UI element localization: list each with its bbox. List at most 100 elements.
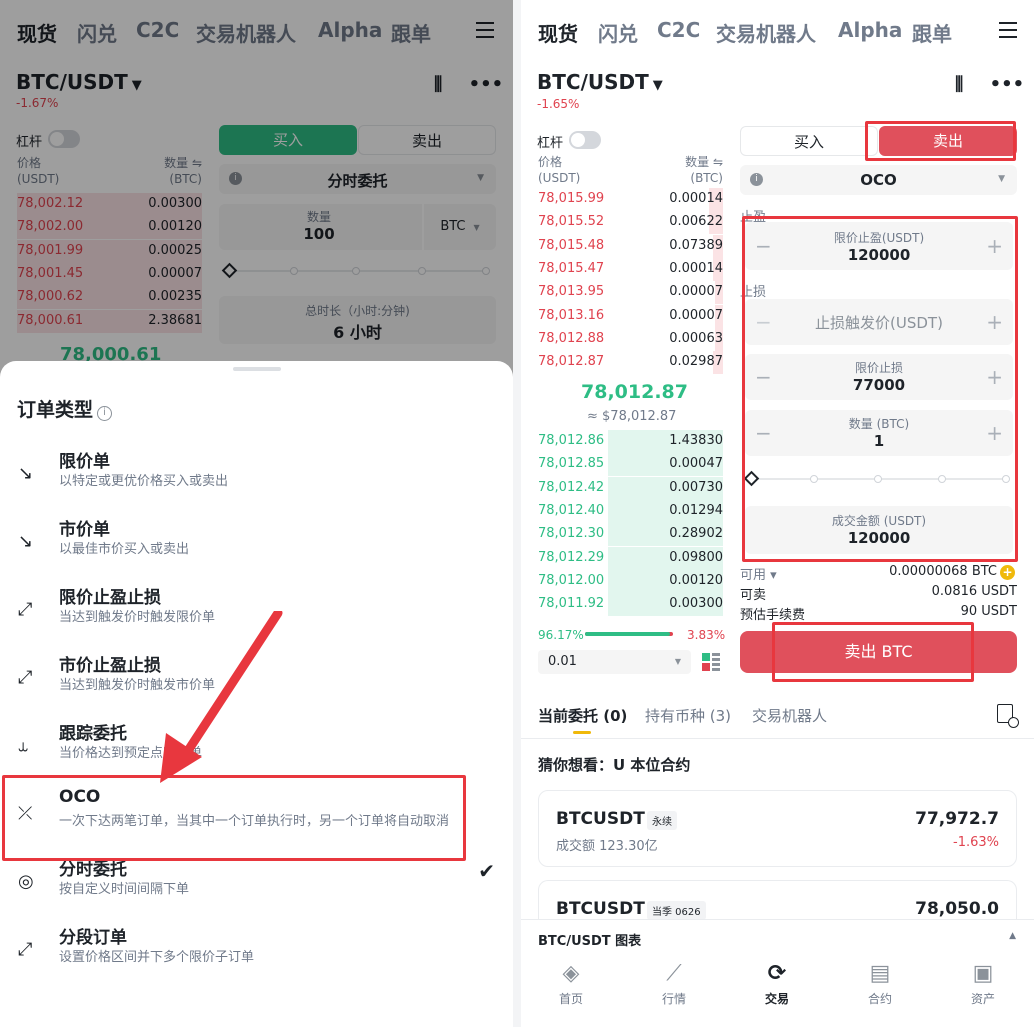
sl-trigger-field[interactable]: − 止损触发价(USDT) + [745, 299, 1013, 345]
minus-icon[interactable]: − [755, 310, 772, 334]
nav-alpha[interactable]: Alpha [838, 18, 902, 42]
ask-row[interactable]: 78,015.99 0.00014 [538, 188, 723, 211]
trailing-icon: ⥿ [18, 735, 29, 756]
fee-label: 预估手续费 [740, 608, 806, 623]
order-type-name: 市价止盈止损 [59, 656, 161, 676]
ask-row[interactable]: 78,012.87 0.02987 [538, 351, 723, 375]
bid-row[interactable]: 78,012.86 1.43830 [538, 430, 723, 453]
order-type-item[interactable]: ⤫ OCO 一次下达两笔订单，当其中一个订单执行时，另一个订单将自动取消 [0, 787, 513, 855]
sheet-title: 订单类型 i [17, 395, 113, 422]
order-type-item[interactable]: ↘ 市价单 以最佳市价买入或卖出 [0, 515, 513, 583]
nav-copy[interactable]: 跟单 [912, 18, 952, 47]
ask-row[interactable]: 78,013.95 0.00007 [538, 281, 723, 305]
plus-icon[interactable]: + [986, 421, 1003, 445]
menu-icon[interactable] [999, 22, 1017, 38]
sl-quantity-field[interactable]: − 数量 (BTC) 1 + [745, 410, 1013, 456]
ask-row[interactable]: 78,015.47 0.00014 [538, 257, 723, 281]
bid-row[interactable]: 78,012.30 0.28902 [538, 523, 723, 547]
bid-row[interactable]: 78,011.92 0.00300 [538, 593, 723, 617]
plus-icon[interactable]: + [986, 310, 1003, 334]
pair-selector[interactable]: BTC/USDT ▼ [537, 70, 663, 94]
ask-row[interactable]: 78,015.52 0.00622 [538, 211, 723, 235]
order-price: 78,013.95 [538, 284, 605, 300]
bid-row[interactable]: 78,012.00 0.00120 [538, 569, 723, 593]
tp-limit-value: 120000 [847, 246, 911, 264]
order-type-name: 分段订单 [59, 928, 127, 948]
bottom-nav-assets[interactable]: ▣ 资产 [948, 961, 1018, 1007]
ask-row[interactable]: 78,012.88 0.00063 [538, 327, 723, 351]
bottom-nav-trade[interactable]: ⟳ 交易 [742, 961, 812, 1007]
minus-icon[interactable]: − [755, 234, 772, 258]
leverage-toggle[interactable] [569, 131, 601, 149]
slider-step-100[interactable] [1002, 475, 1010, 483]
clock-badge [1008, 717, 1019, 728]
limit-order-icon: ↘ [18, 463, 34, 484]
bottom-nav-home[interactable]: ◈ 首页 [536, 961, 606, 1007]
slider-step-50[interactable] [874, 475, 882, 483]
minus-icon[interactable]: − [755, 421, 772, 445]
nav-convert[interactable]: 闪兑 [598, 18, 638, 47]
nav-spot[interactable]: 现货 [538, 18, 578, 47]
order-qty: 0.00120 [669, 572, 723, 588]
slider-step-25[interactable] [810, 475, 818, 483]
market-card[interactable]: BTCUSDT 永续 成交额 123.30亿 77,972.7 -1.63% [538, 790, 1017, 867]
caret-up-icon[interactable]: ▲ [1009, 931, 1016, 941]
ask-row[interactable]: 78,015.48 0.07389 [538, 234, 723, 258]
candlestick-icon[interactable]: ⫼ [955, 74, 963, 95]
order-type-select[interactable]: i OCO ▼ [740, 165, 1017, 195]
order-history-icon[interactable] [997, 704, 1019, 728]
order-type-item[interactable]: ⤢ 分段订单 设置价格区间并下多个限价子订单 [0, 923, 513, 991]
ob-qty-unit: (BTC) [690, 171, 723, 185]
order-type-item[interactable]: ◎ 分时委托 按自定义时间间隔下单 ✔ [0, 855, 513, 923]
bid-row[interactable]: 78,012.40 0.01294 [538, 499, 723, 523]
precision-select[interactable]: 0.01 ▼ [538, 650, 691, 674]
sell-btc-button[interactable]: 卖出 BTC [740, 631, 1017, 673]
order-type-value: OCO [860, 171, 897, 189]
ask-row[interactable]: 78,013.16 0.00007 [538, 304, 723, 328]
quantity-slider[interactable] [743, 470, 1014, 487]
order-qty: 1.43830 [669, 433, 723, 448]
nav-bots[interactable]: 交易机器人 [716, 18, 816, 47]
tab-holdings[interactable]: 持有币种 (3) [645, 705, 731, 726]
orderbook-layout-icon[interactable] [702, 653, 720, 671]
tab-open-orders[interactable]: 当前委托 (0) [538, 705, 627, 726]
order-price: 78,012.40 [538, 502, 605, 518]
slider-step-75[interactable] [938, 475, 946, 483]
tab-bots[interactable]: 交易机器人 [752, 705, 827, 726]
order-price: 78,012.42 [538, 479, 605, 495]
minus-icon[interactable]: − [755, 365, 772, 389]
slider-handle[interactable] [743, 470, 760, 487]
right-screen: 现货 闪兑 C2C 交易机器人 Alpha 跟单 BTC/USDT ▼ -1.65… [521, 0, 1034, 1027]
order-type-name: 跟踪委托 [59, 724, 127, 744]
order-qty: 0.00007 [669, 284, 723, 300]
card-symbol: BTCUSDT [556, 809, 645, 829]
sl-limit-label: 限价止损 [854, 361, 903, 375]
info-icon[interactable]: i [97, 406, 113, 421]
order-type-item[interactable]: ↘ 限价单 以特定或更优价格买入或卖出 [0, 447, 513, 515]
bid-row[interactable]: 78,012.85 0.00047 [538, 453, 723, 477]
bottom-nav: ◈ 首页 ⟋ 行情 ⟳ 交易 ▤ 合约 ▣ 资产 [521, 955, 1034, 1027]
tp-limit-field[interactable]: − 限价止盈(USDT) 120000 + [745, 222, 1013, 270]
bottom-nav-markets[interactable]: ⟋ 行情 [639, 961, 709, 1007]
order-type-desc: 一次下达两笔订单，当其中一个订单执行时，另一个订单将自动取消 [59, 814, 450, 829]
add-funds-icon[interactable]: + [1000, 565, 1015, 580]
price-change: -1.65% [537, 97, 580, 111]
mid-price-usd: ≈ $78,012.87 [587, 409, 677, 424]
available-label[interactable]: 可用 ▾ [740, 564, 777, 583]
plus-icon[interactable]: + [986, 365, 1003, 389]
bid-row[interactable]: 78,012.42 0.00730 [538, 476, 723, 500]
annotation-arrow [160, 611, 283, 783]
bid-row[interactable]: 78,012.29 0.09800 [538, 546, 723, 570]
amount-field[interactable]: 成交金额 (USDT) 120000 [745, 506, 1013, 554]
sheet-handle[interactable] [233, 367, 281, 371]
nav-c2c[interactable]: C2C [657, 18, 700, 42]
bottom-nav-futures[interactable]: ▤ 合约 [845, 961, 915, 1007]
order-price: 78,012.29 [538, 549, 605, 565]
sl-limit-field[interactable]: − 限价止损 77000 + [745, 354, 1013, 400]
chart-bar[interactable]: BTC/USDT 图表 ▲ [521, 919, 1034, 955]
plus-icon[interactable]: + [986, 234, 1003, 258]
buy-tab[interactable]: 买入 [740, 126, 878, 156]
wallet-icon: ▣ [972, 961, 994, 986]
more-icon[interactable]: ••• [990, 74, 1025, 95]
sell-tab[interactable]: 卖出 [879, 126, 1017, 156]
